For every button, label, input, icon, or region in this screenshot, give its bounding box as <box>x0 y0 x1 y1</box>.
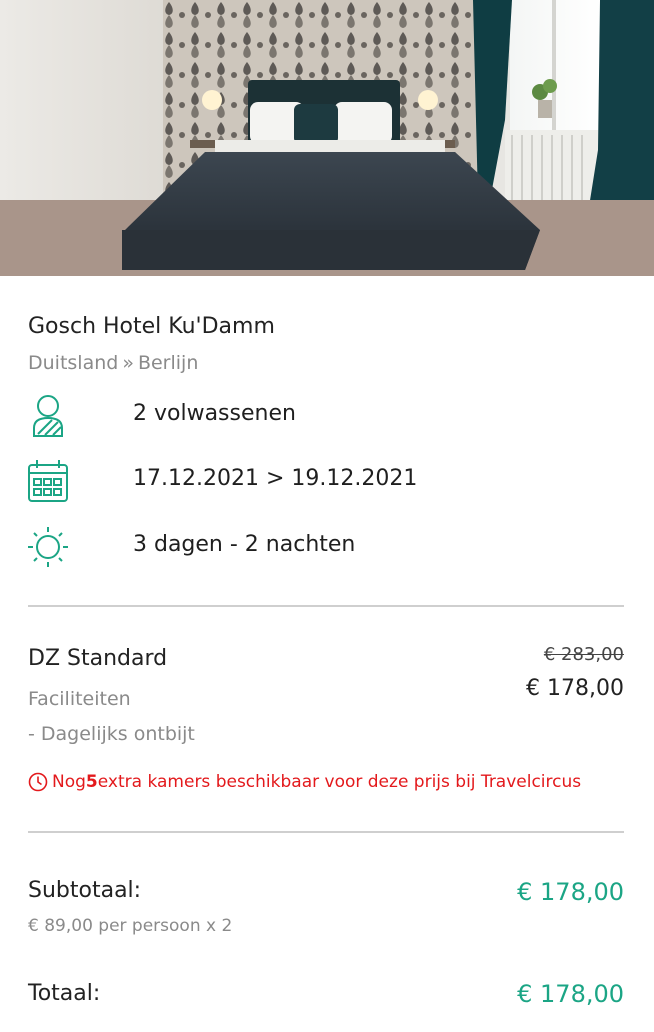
calendar-icon <box>28 459 68 503</box>
total-label: Totaal: <box>28 981 101 1006</box>
alert-suffix: extra kamers beschikbaar voor deze prijs… <box>97 772 582 792</box>
duration-text: 3 dagen - 2 nachten <box>133 532 356 557</box>
guests-row: 2 volwassenen <box>28 394 624 442</box>
subtotal-label: Subtotaal: <box>28 878 142 903</box>
room-price: € 178,00 <box>526 676 624 701</box>
availability-alert: Nog 5 extra kamers beschikbaar voor deze… <box>28 772 581 792</box>
divider <box>28 605 624 607</box>
clock-icon <box>28 772 48 792</box>
room-name: DZ Standard <box>28 646 168 671</box>
dates-text: 17.12.2021 > 19.12.2021 <box>133 466 418 491</box>
dates-row: 17.12.2021 > 19.12.2021 <box>28 459 624 507</box>
hotel-room-photo <box>0 0 654 276</box>
facility-item: - Dagelijks ontbijt <box>28 723 195 745</box>
facilities-title: Faciliteiten <box>28 688 131 710</box>
hotel-name: Gosch Hotel Ku'Damm <box>28 314 275 339</box>
person-icon <box>28 394 68 438</box>
alert-prefix: Nog <box>52 772 86 792</box>
breadcrumb-country: Duitsland <box>28 352 119 374</box>
total-value: € 178,00 <box>517 980 624 1008</box>
old-price: € 283,00 <box>543 644 624 665</box>
per-person-price: € 89,00 per persoon x 2 <box>28 916 233 936</box>
guests-text: 2 volwassenen <box>133 401 296 426</box>
breadcrumb-separator: » <box>122 352 134 374</box>
duration-row: 3 dagen - 2 nachten <box>28 525 624 573</box>
divider <box>28 831 624 833</box>
breadcrumb: Duitsland» Berlijn <box>28 352 198 374</box>
breadcrumb-city: Berlijn <box>137 352 199 374</box>
subtotal-value: € 178,00 <box>517 878 624 906</box>
alert-count: 5 <box>85 772 98 792</box>
sun-icon <box>28 525 68 569</box>
booking-summary: Gosch Hotel Ku'Damm Duitsland» Berlijn 2 … <box>0 0 654 1032</box>
